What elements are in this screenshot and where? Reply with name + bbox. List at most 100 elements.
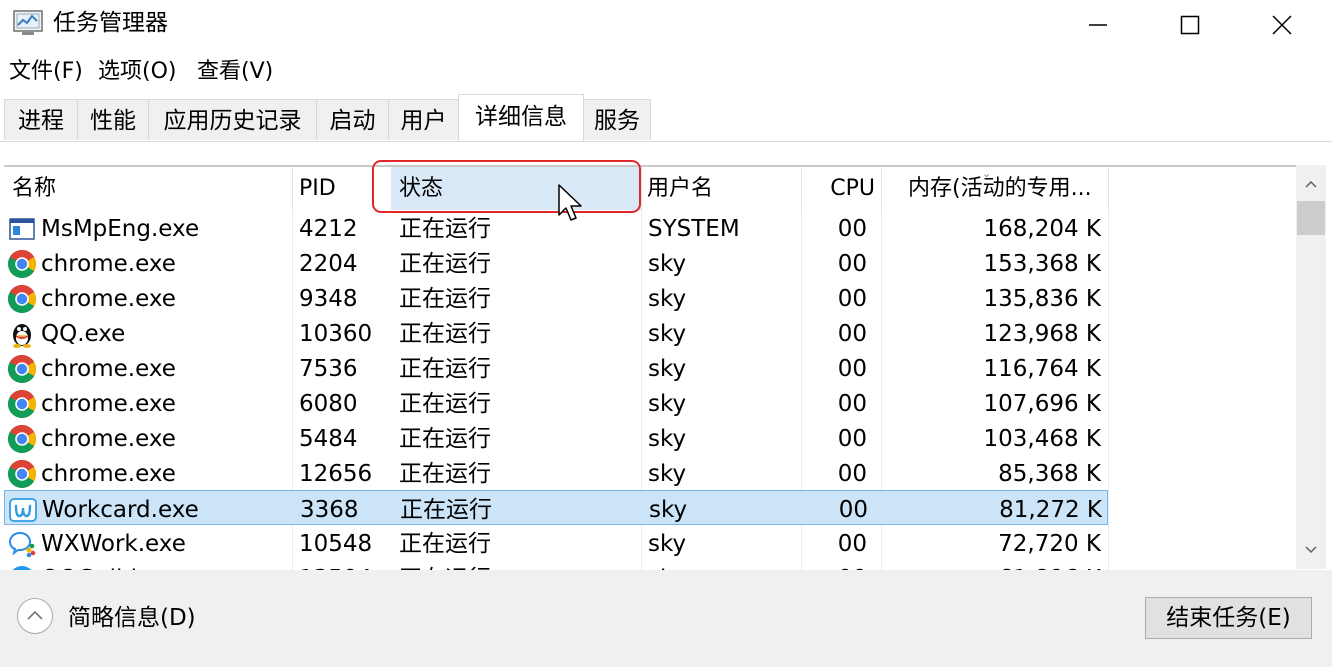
process-status: 正在运行: [399, 426, 491, 452]
minimize-button[interactable]: [1052, 0, 1144, 50]
process-cpu: 00: [837, 321, 867, 347]
process-pid: 10548: [299, 531, 373, 557]
column-divider: [1108, 167, 1109, 571]
process-memory: 153,368 K: [983, 251, 1101, 277]
minimize-icon: [1089, 24, 1107, 26]
process-status: 正在运行: [399, 251, 491, 277]
maximize-button[interactable]: [1144, 0, 1236, 50]
process-memory: 135,836 K: [983, 286, 1101, 312]
process-name: chrome.exe: [41, 356, 176, 382]
process-cpu: 00: [837, 356, 867, 382]
task-manager-icon: [13, 8, 45, 38]
chrome-icon: [7, 354, 37, 384]
tab-users[interactable]: 用户: [388, 99, 459, 140]
table-row[interactable]: MsMpEng.exe 4212 正在运行 SYSTEM 00 168,204 K: [4, 210, 1108, 245]
table-row[interactable]: chrome.exe 7536 正在运行 sky 00 116,764 K: [4, 350, 1108, 385]
chevron-down-icon: [1305, 546, 1317, 554]
process-status: 正在运行: [399, 356, 491, 382]
process-memory: 168,204 K: [983, 216, 1101, 242]
process-pid: 10360: [299, 321, 373, 347]
tab-bar: 进程 性能 应用历史记录 启动 用户 详细信息 服务: [0, 94, 1332, 142]
end-task-button[interactable]: 结束任务(E): [1145, 597, 1312, 639]
column-header-username[interactable]: 用户名: [641, 167, 802, 210]
process-pid: 12656: [299, 461, 373, 487]
menu-bar: 文件(F) 选项(O) 查看(V): [0, 54, 1332, 90]
process-name: Workcard.exe: [42, 497, 199, 523]
process-cpu: 00: [837, 426, 867, 452]
process-cpu: 00: [837, 461, 867, 487]
process-username: sky: [648, 251, 687, 277]
table-row[interactable]: chrome.exe 9348 正在运行 sky 00 135,836 K: [4, 280, 1108, 315]
table-row[interactable]: chrome.exe 6080 正在运行 sky 00 107,696 K: [4, 385, 1108, 420]
tab-services[interactable]: 服务: [583, 99, 651, 140]
process-pid: 7536: [299, 356, 358, 382]
process-username: sky: [648, 321, 687, 347]
process-username: SYSTEM: [648, 216, 740, 242]
chevron-up-icon: [1305, 180, 1317, 188]
fewer-details-link[interactable]: 简略信息(D): [68, 603, 196, 633]
column-header-cpu[interactable]: CPU: [801, 167, 882, 210]
process-pid: 4212: [299, 216, 358, 242]
vertical-scrollbar[interactable]: [1296, 165, 1326, 569]
qq-penguin-icon: [7, 319, 37, 349]
menu-file[interactable]: 文件(F): [9, 54, 83, 90]
tab-performance[interactable]: 性能: [77, 99, 149, 140]
process-username: sky: [648, 426, 687, 452]
process-pid: 6080: [299, 391, 358, 417]
process-name: QQ.exe: [41, 321, 126, 347]
table-row[interactable]: chrome.exe 12656 正在运行 sky 00 85,368 K: [4, 455, 1108, 490]
process-name: chrome.exe: [41, 426, 176, 452]
chrome-icon: [7, 389, 37, 419]
fewer-details-button[interactable]: [17, 598, 53, 634]
tab-processes[interactable]: 进程: [4, 99, 78, 140]
process-username: sky: [648, 356, 687, 382]
column-header-name[interactable]: 名称: [4, 167, 293, 210]
process-cpu: 00: [837, 286, 867, 312]
defender-icon: [7, 214, 37, 244]
close-button[interactable]: [1236, 0, 1328, 50]
table-row[interactable]: chrome.exe 5484 正在运行 sky 00 103,468 K: [4, 420, 1108, 455]
maximize-icon: [1180, 15, 1200, 35]
chrome-icon: [7, 424, 37, 454]
process-pid: 3368: [300, 497, 359, 523]
chrome-icon: [7, 284, 37, 314]
mouse-pointer-icon: [557, 183, 585, 229]
scroll-down-button[interactable]: [1296, 535, 1326, 565]
column-header-memory[interactable]: 内存(活动的专用...: [881, 167, 1109, 210]
process-memory: 85,368 K: [998, 461, 1101, 487]
process-status: 正在运行: [399, 321, 491, 347]
chrome-icon: [7, 249, 37, 279]
table-row[interactable]: chrome.exe 2204 正在运行 sky 00 153,368 K: [4, 245, 1108, 280]
process-name: chrome.exe: [41, 286, 176, 312]
process-status: 正在运行: [399, 391, 491, 417]
footer-bar: 简略信息(D) 结束任务(E): [0, 570, 1332, 667]
tab-app-history[interactable]: 应用历史记录: [148, 99, 317, 140]
process-status: 正在运行: [399, 531, 491, 557]
process-pid: 5484: [299, 426, 358, 452]
window-title: 任务管理器: [53, 10, 168, 36]
menu-view[interactable]: 查看(V): [197, 54, 273, 90]
process-memory: 103,468 K: [983, 426, 1101, 452]
scrollbar-thumb[interactable]: [1297, 201, 1325, 235]
process-memory: 72,720 K: [998, 531, 1101, 557]
process-name: WXWork.exe: [41, 531, 186, 557]
process-username: sky: [648, 391, 687, 417]
process-memory: 107,696 K: [983, 391, 1101, 417]
process-cpu: 00: [837, 251, 867, 277]
process-cpu: 00: [837, 216, 867, 242]
table-row[interactable]: QQ.exe 10360 正在运行 sky 00 123,968 K: [4, 315, 1108, 350]
tab-startup[interactable]: 启动: [316, 99, 389, 140]
scroll-up-button[interactable]: [1296, 169, 1326, 199]
process-username: sky: [649, 497, 688, 523]
table-row[interactable]: WXWork.exe 10548 正在运行 sky 00 72,720 K: [4, 525, 1108, 560]
tab-details[interactable]: 详细信息: [458, 94, 584, 141]
table-row[interactable]: Workcard.exe 3368 正在运行 sky 00 81,272 K: [4, 490, 1108, 525]
process-cpu: 00: [837, 531, 867, 557]
chevron-up-circle-icon: [27, 610, 43, 620]
wxwork-icon: [7, 529, 37, 559]
menu-options[interactable]: 选项(O): [98, 54, 176, 90]
workcard-icon: [8, 495, 38, 525]
sort-descending-icon: ⌄: [982, 167, 992, 180]
process-status: 正在运行: [399, 461, 491, 487]
process-memory: 81,272 K: [999, 497, 1102, 523]
